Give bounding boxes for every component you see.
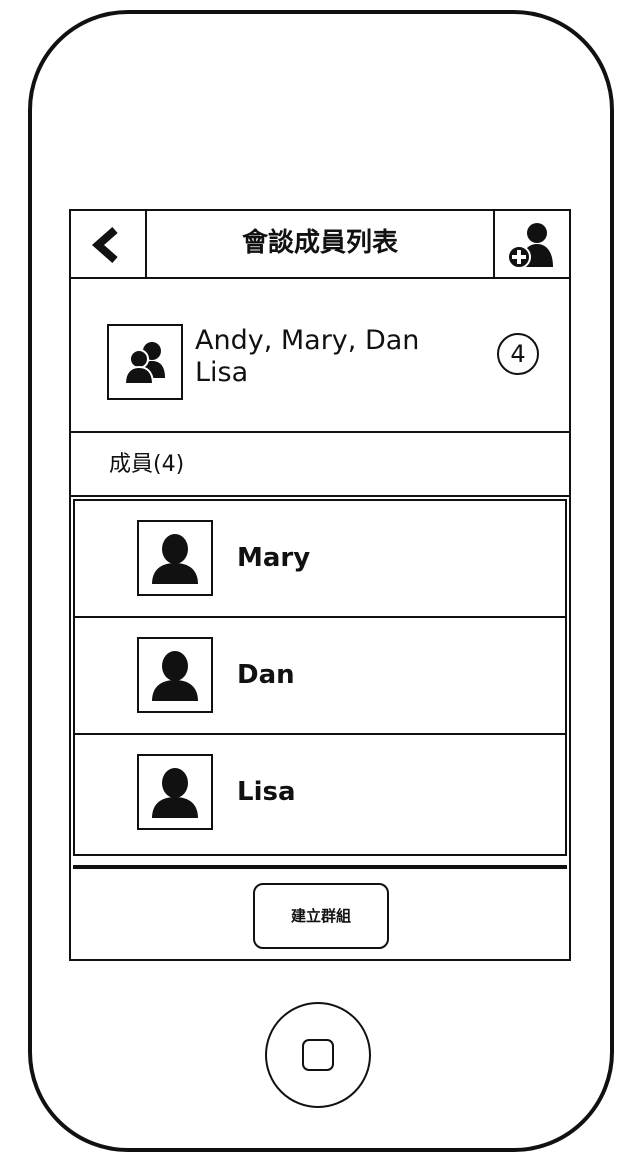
user-icon xyxy=(152,768,198,818)
group-member-names: Andy, Mary, Dan Lisa xyxy=(195,325,485,389)
member-row[interactable]: Dan xyxy=(75,618,565,735)
divider xyxy=(73,865,567,869)
navigation-bar: 會談成員列表 xyxy=(71,211,569,279)
user-icon xyxy=(152,651,198,701)
group-names-line-2: Lisa xyxy=(195,357,249,388)
app-screen: 會談成員列表 Andy, Mary, Dan Lisa 4 成員(4) Mary… xyxy=(69,209,571,961)
group-icon xyxy=(123,342,165,385)
member-name: Mary xyxy=(237,543,311,573)
group-names-line-1: Andy, Mary, Dan xyxy=(195,325,420,356)
member-name: Lisa xyxy=(237,777,296,807)
create-group-button[interactable]: 建立群組 xyxy=(253,883,389,949)
add-member-button[interactable] xyxy=(493,211,569,277)
member-avatar xyxy=(137,520,213,596)
page-title: 會談成員列表 xyxy=(241,228,398,258)
chevron-left-icon xyxy=(91,227,118,263)
member-avatar xyxy=(137,637,213,713)
member-row[interactable]: Mary xyxy=(75,501,565,618)
add-user-icon xyxy=(507,223,553,269)
user-icon xyxy=(152,534,198,584)
home-button[interactable] xyxy=(265,1002,371,1108)
members-section-header: 成員(4) xyxy=(71,433,569,497)
member-count-badge: 4 xyxy=(497,333,539,375)
member-row[interactable]: Lisa xyxy=(75,735,565,852)
back-button[interactable] xyxy=(71,211,147,277)
member-name: Dan xyxy=(237,660,295,690)
section-title: 成員(4) xyxy=(109,452,185,477)
group-avatar xyxy=(107,324,183,400)
home-button-icon xyxy=(302,1039,334,1071)
member-list: Mary Dan Lisa xyxy=(73,499,567,856)
member-avatar xyxy=(137,754,213,830)
conversation-summary: Andy, Mary, Dan Lisa 4 xyxy=(71,279,569,433)
